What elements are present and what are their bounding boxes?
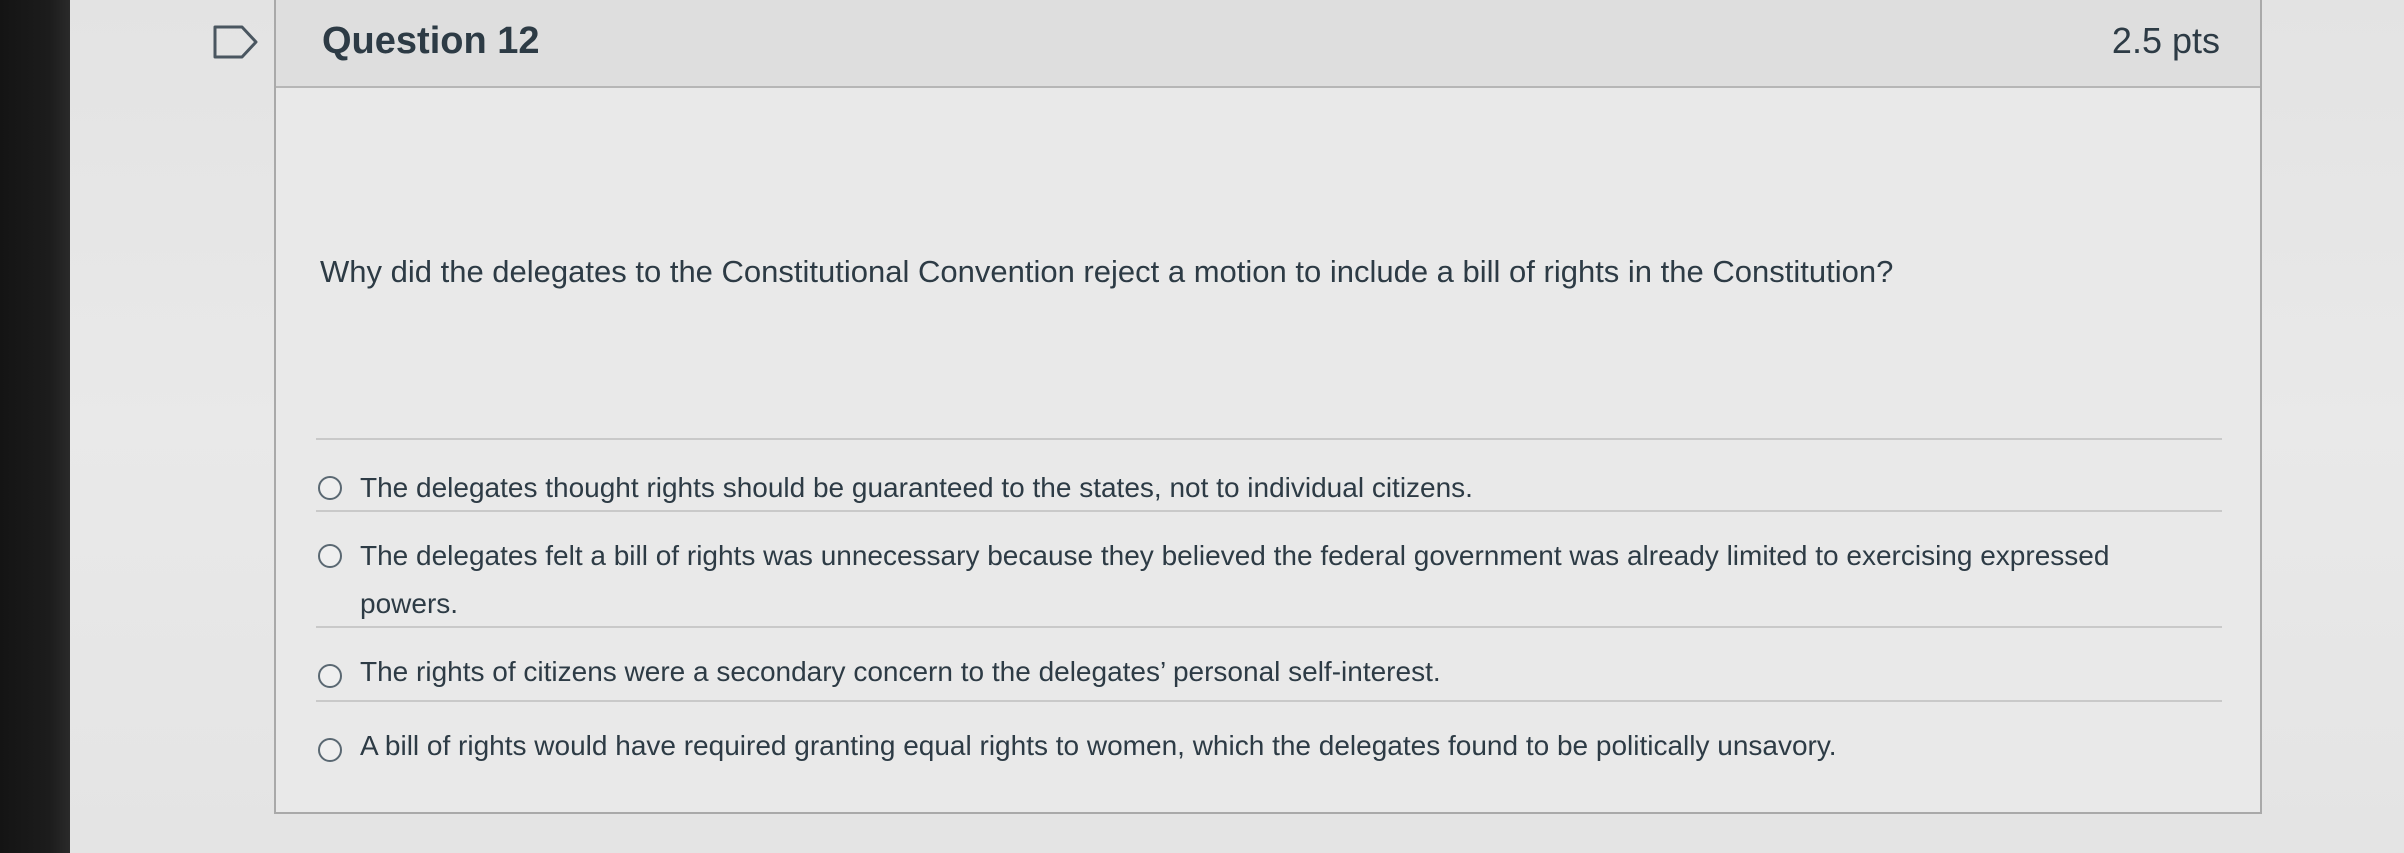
answer-label-3[interactable]: The rights of citizens were a secondary … (360, 648, 2150, 696)
answer-option-4[interactable]: A bill of rights would have required gra… (316, 702, 2222, 768)
question-text: Why did the delegates to the Constitutio… (320, 254, 1894, 289)
answer-option-3[interactable]: The rights of citizens were a secondary … (316, 628, 2222, 694)
answer-divider (316, 438, 2222, 440)
radio-button-3[interactable] (318, 664, 342, 688)
radio-button-4[interactable] (318, 738, 342, 762)
flag-question-icon[interactable] (212, 24, 260, 60)
question-title: Question 12 (322, 20, 540, 62)
answer-option-1[interactable]: The delegates thought rights should be g… (316, 442, 2222, 508)
radio-button-2[interactable] (318, 544, 342, 568)
question-card: Question 12 2.5 pts Why did the delegate… (274, 0, 2262, 814)
answer-label-4[interactable]: A bill of rights would have required gra… (360, 722, 2150, 770)
answer-option-2[interactable]: The delegates felt a bill of rights was … (316, 512, 2222, 624)
radio-button-1[interactable] (318, 476, 342, 500)
question-points: 2.5 pts (2111, 20, 2220, 61)
question-header: Question 12 2.5 pts (276, 0, 2260, 88)
answer-label-2[interactable]: The delegates felt a bill of rights was … (360, 532, 2150, 628)
monitor-bezel (0, 0, 70, 853)
answer-label-1[interactable]: The delegates thought rights should be g… (360, 464, 2150, 512)
